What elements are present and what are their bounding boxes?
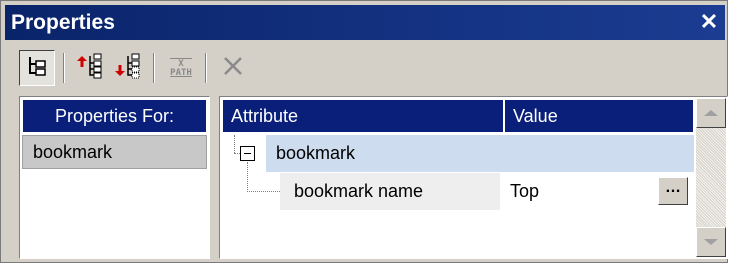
insert-element-before-icon (75, 53, 103, 84)
tree-view-button[interactable] (19, 50, 55, 86)
toolbar-separator (63, 53, 65, 83)
attribute-value: Top (510, 181, 540, 201)
tree-connector (247, 191, 280, 192)
properties-for-panel: Properties For: bookmark (19, 96, 210, 259)
append-element-after-icon (113, 53, 141, 84)
insert-element-before-button[interactable] (71, 50, 107, 86)
xpath-icon: X PATH (170, 58, 192, 78)
close-button[interactable]: ✕ (699, 11, 719, 33)
properties-for-item[interactable]: bookmark (22, 135, 207, 169)
arrow-up-icon (704, 110, 718, 116)
attribute-row[interactable]: bookmark name Top … (222, 162, 694, 210)
tree-connector (234, 135, 235, 153)
attribute-column-header[interactable]: Attribute (222, 99, 504, 133)
window-title: Properties (11, 11, 115, 34)
xpath-icon-label-bottom: PATH (170, 68, 192, 78)
collapse-icon[interactable] (240, 146, 255, 161)
toolbar-separator (205, 53, 207, 83)
toolbar: X PATH (5, 43, 725, 93)
element-group-row[interactable]: bookmark (222, 135, 694, 172)
properties-window: Properties ✕ X PATH Properties For: book… (0, 0, 728, 263)
edit-value-button[interactable]: … (658, 177, 688, 205)
attribute-grid: Attribute Value bookmark bookmark name T… (219, 96, 728, 259)
value-column-header[interactable]: Value (504, 99, 694, 133)
title-bar[interactable]: Properties ✕ (5, 5, 725, 40)
delete-icon (221, 54, 245, 83)
arrow-down-icon (704, 239, 718, 245)
toolbar-separator (153, 53, 155, 83)
xpath-button[interactable]: X PATH (163, 50, 199, 86)
element-group-label: bookmark (276, 143, 356, 163)
delete-button[interactable] (215, 50, 251, 86)
scroll-down-button[interactable] (696, 227, 726, 257)
tree-connector (247, 162, 248, 192)
attribute-name-cell[interactable]: bookmark name (280, 173, 500, 210)
vertical-scrollbar[interactable] (696, 98, 726, 257)
tree-view-icon (26, 55, 48, 82)
append-element-after-button[interactable] (109, 50, 145, 86)
attribute-name: bookmark name (294, 181, 424, 201)
properties-for-header: Properties For: (22, 99, 207, 133)
scroll-up-button[interactable] (696, 98, 726, 128)
